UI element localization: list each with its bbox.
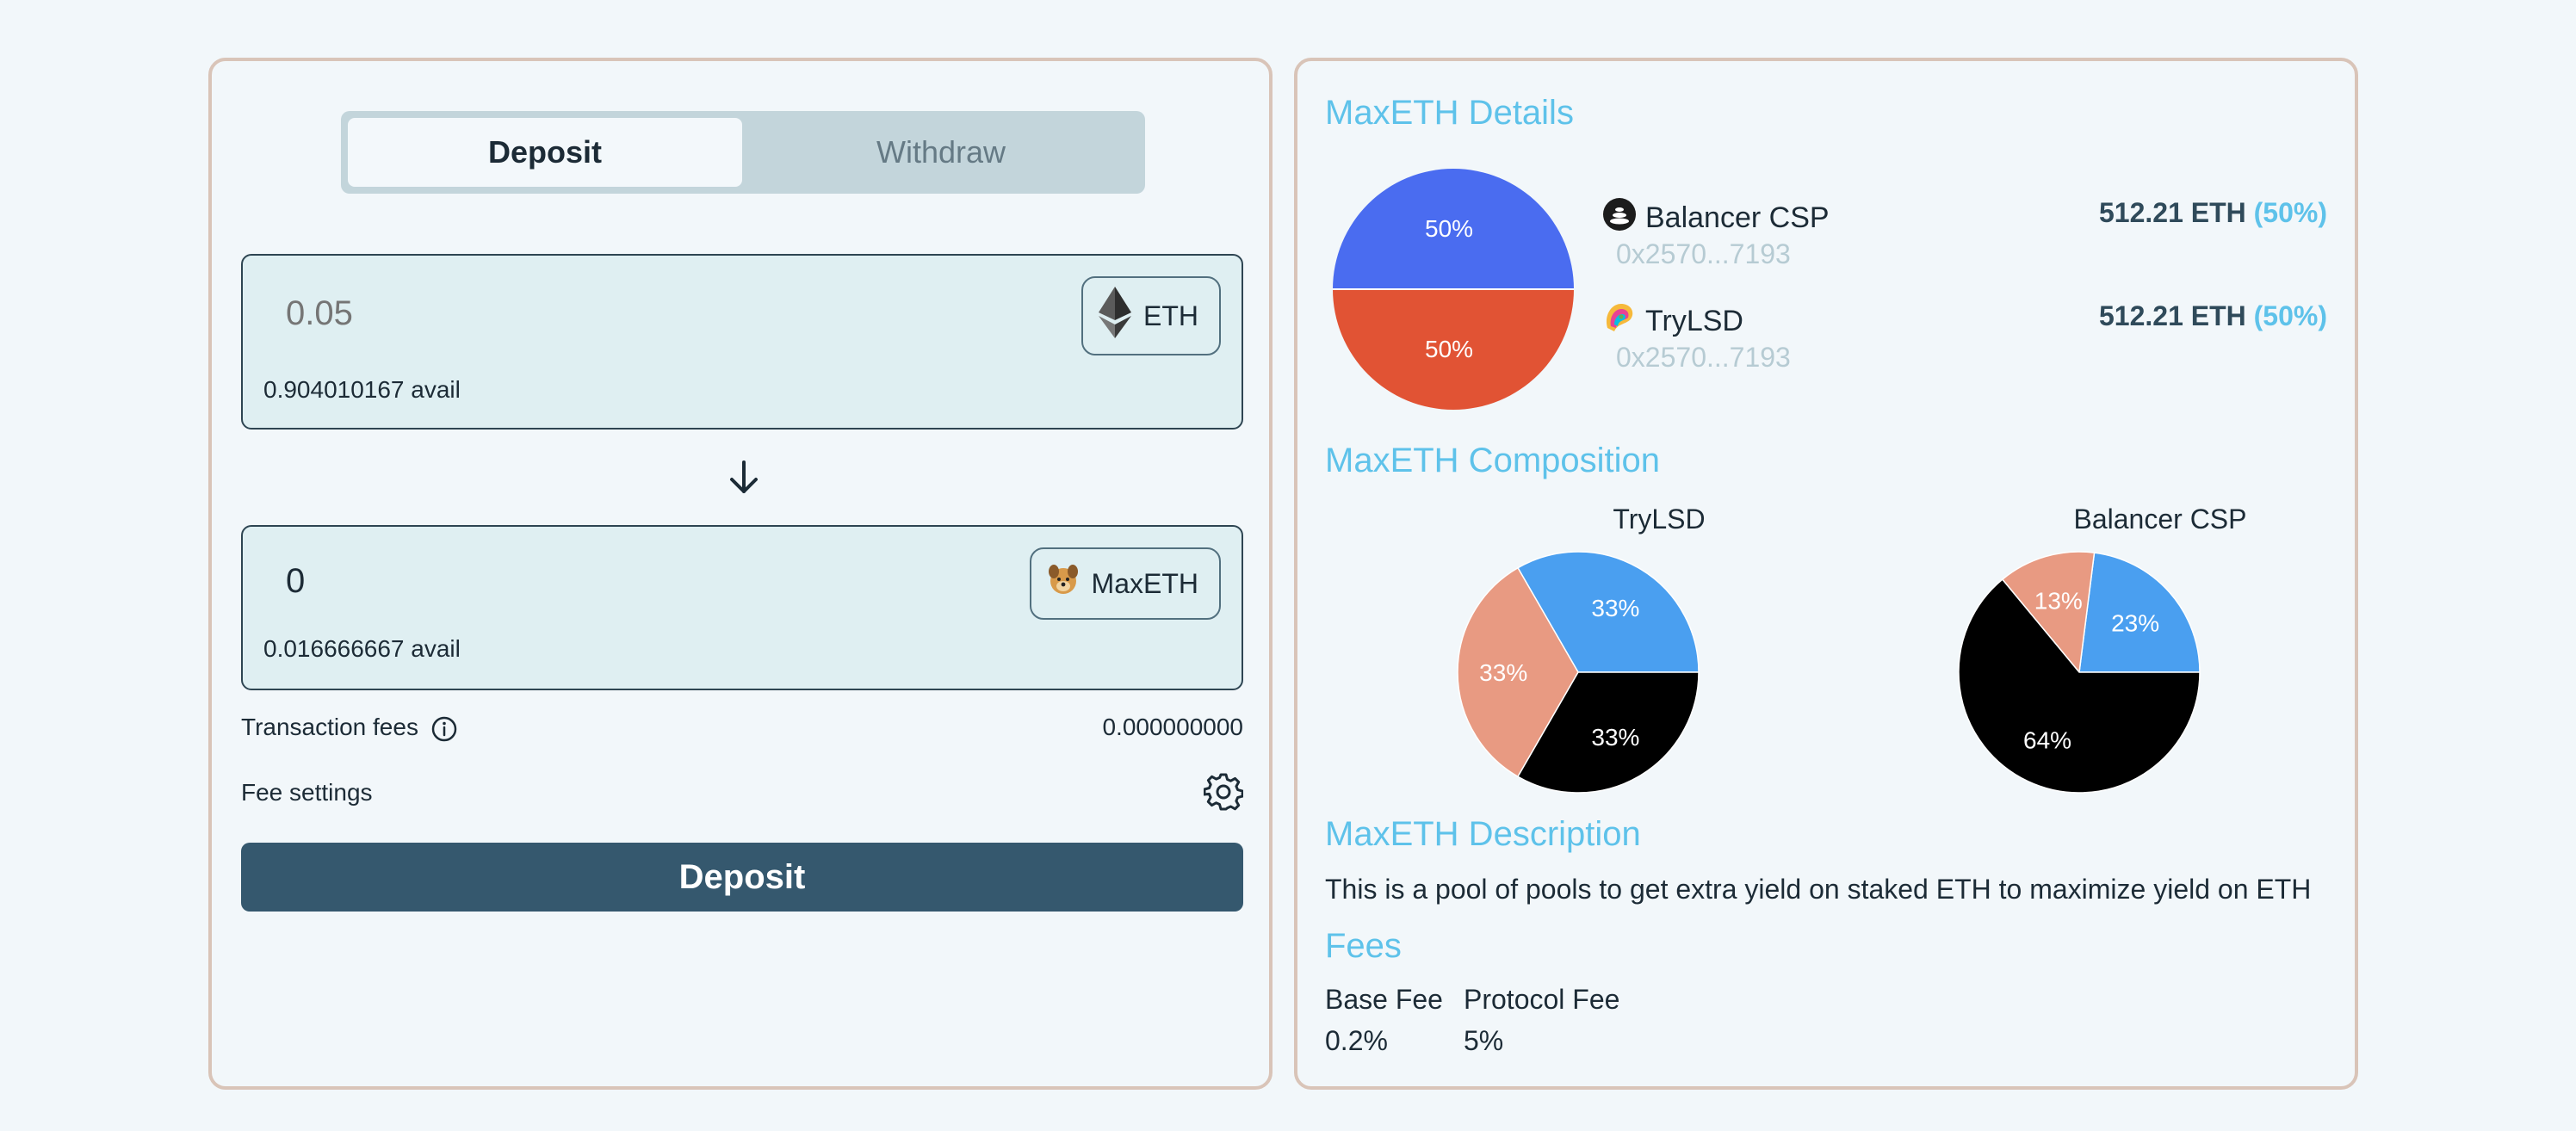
protocol-fee-value: 5% [1464, 1025, 1504, 1056]
detail-address-balancer[interactable]: 0x2570...7193 [1616, 238, 1791, 270]
detail-name-trylsd: TryLSD [1645, 305, 1743, 337]
transaction-fees-row: Transaction fees 0.000000000 [241, 714, 1243, 748]
detail-row-trylsd: TryLSD 0x2570...7193 512.21 ETH (50%) [1602, 300, 2327, 378]
tab-deposit[interactable]: Deposit [348, 118, 742, 187]
pie-slice-label: 23% [2111, 610, 2159, 637]
to-amount-input[interactable] [284, 561, 890, 602]
from-amount-input[interactable] [284, 294, 890, 334]
fees-title: Fees [1325, 927, 1402, 965]
fee-settings-label: Fee settings [241, 779, 373, 806]
to-amount-box: MaxETH 0.016666667 avail [241, 525, 1243, 690]
deposit-withdraw-tabs: Deposit Withdraw [341, 111, 1145, 194]
trylsd-composition-title: TryLSD [1613, 504, 1706, 535]
info-icon[interactable] [430, 715, 458, 749]
deposit-panel: Deposit Withdraw ETH 0.904010167 avail [208, 58, 1273, 1090]
from-available-balance: 0.904010167 avail [263, 376, 461, 403]
pct-text: (50%) [2253, 197, 2327, 228]
eth-token-label: ETH [1143, 300, 1198, 331]
maxeth-dog-icon [1047, 564, 1080, 603]
composition-title: MaxETH Composition [1325, 442, 1661, 479]
balancer-composition-pie: 23% 13% 64% [1958, 551, 2201, 794]
description-text: This is a pool of pools to get extra yie… [1325, 874, 2312, 905]
amount-text: 512.21 ETH [2098, 300, 2246, 331]
balancer-icon [1602, 197, 1637, 239]
detail-amount-balancer: 512.21 ETH (50%) [2099, 197, 2327, 229]
arrow-down-icon [730, 460, 758, 493]
details-title: MaxETH Details [1325, 94, 1574, 132]
maxeth-token-button[interactable]: MaxETH [1029, 547, 1221, 620]
pct-text: (50%) [2253, 300, 2327, 331]
deposit-button[interactable]: Deposit [241, 843, 1243, 912]
trylsd-composition-pie: 33% 33% 33% [1457, 551, 1700, 794]
pie-slice-label: 64% [2023, 727, 2071, 754]
to-available-balance: 0.016666667 avail [263, 635, 461, 662]
detail-amount-trylsd: 512.21 ETH (50%) [2099, 300, 2327, 332]
pie-slice-label: 33% [1479, 659, 1527, 686]
detail-name-balancer: Balancer CSP [1645, 201, 1830, 234]
fee-settings-row: Fee settings [241, 772, 1244, 818]
pie-label-top: 50% [1425, 215, 1473, 242]
description-title: MaxETH Description [1325, 815, 1641, 853]
pie-slice-label: 33% [1591, 595, 1639, 621]
details-pie-chart: 50% 50% [1333, 169, 1574, 410]
pie-slice-label: 33% [1591, 724, 1639, 751]
trylsd-icon [1602, 300, 1637, 343]
pie-label-bottom: 50% [1425, 336, 1473, 362]
pie-slice-label: 13% [2034, 588, 2083, 615]
details-panel: MaxETH Details 50% 50% Balancer CSP 0x25… [1294, 58, 2358, 1090]
maxeth-token-label: MaxETH [1091, 567, 1198, 599]
transaction-fees-label: Transaction fees [241, 714, 418, 740]
amount-text: 512.21 ETH [2098, 197, 2246, 228]
base-fee-label: Base Fee [1325, 984, 1443, 1015]
balancer-composition-title: Balancer CSP [2073, 504, 2247, 535]
detail-row-balancer: Balancer CSP 0x2570...7193 512.21 ETH (5… [1602, 197, 2327, 275]
tab-withdraw[interactable]: Withdraw [744, 118, 1138, 187]
transaction-fees-value: 0.000000000 [1102, 714, 1243, 740]
ethereum-icon [1099, 287, 1131, 345]
from-amount-box: ETH 0.904010167 avail [241, 254, 1243, 430]
protocol-fee-label: Protocol Fee [1464, 984, 1620, 1015]
gear-icon[interactable] [1203, 772, 1244, 818]
base-fee-value: 0.2% [1325, 1025, 1388, 1056]
detail-address-trylsd[interactable]: 0x2570...7193 [1616, 342, 1791, 374]
eth-token-button[interactable]: ETH [1081, 276, 1221, 355]
